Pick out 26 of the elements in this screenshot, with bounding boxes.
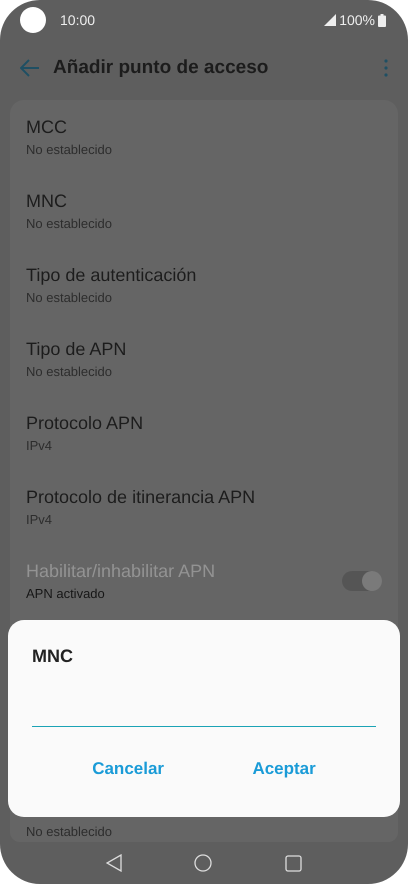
setting-title: MCC [26,117,68,138]
setting-value: No establecido [26,290,113,305]
status-time: 10:00 [60,12,96,28]
recents-nav-button[interactable] [284,854,302,872]
battery-icon [378,14,386,26]
screen-title: Añadir punto de acceso [53,57,270,79]
signal-icon [324,14,336,26]
setting-title: MNC [26,191,68,212]
setting-title: Tipo de autenticación [26,265,198,286]
setting-value: IPv4 [26,438,54,453]
home-nav-button[interactable] [194,854,212,872]
dialog-title: MNC [32,646,74,667]
setting-value: No establecido [26,142,113,157]
setting-value: APN activado [26,586,106,601]
setting-title: Protocolo APN [26,413,144,434]
setting-value: IPv4 [26,512,54,527]
setting-value: No establecido [26,824,113,839]
camera-cutout [20,7,46,33]
setting-value: No establecido [26,216,113,231]
dialog-button[interactable]: Cancelar [82,753,174,785]
setting-value: No establecido [26,364,113,379]
back-nav-button[interactable] [106,854,122,872]
battery-level: 100% [339,12,375,28]
setting-title: Tipo de APN [26,339,128,360]
dialog-button[interactable]: Aceptar [242,753,326,785]
setting-title: Protocolo de itinerancia APN [26,487,256,508]
